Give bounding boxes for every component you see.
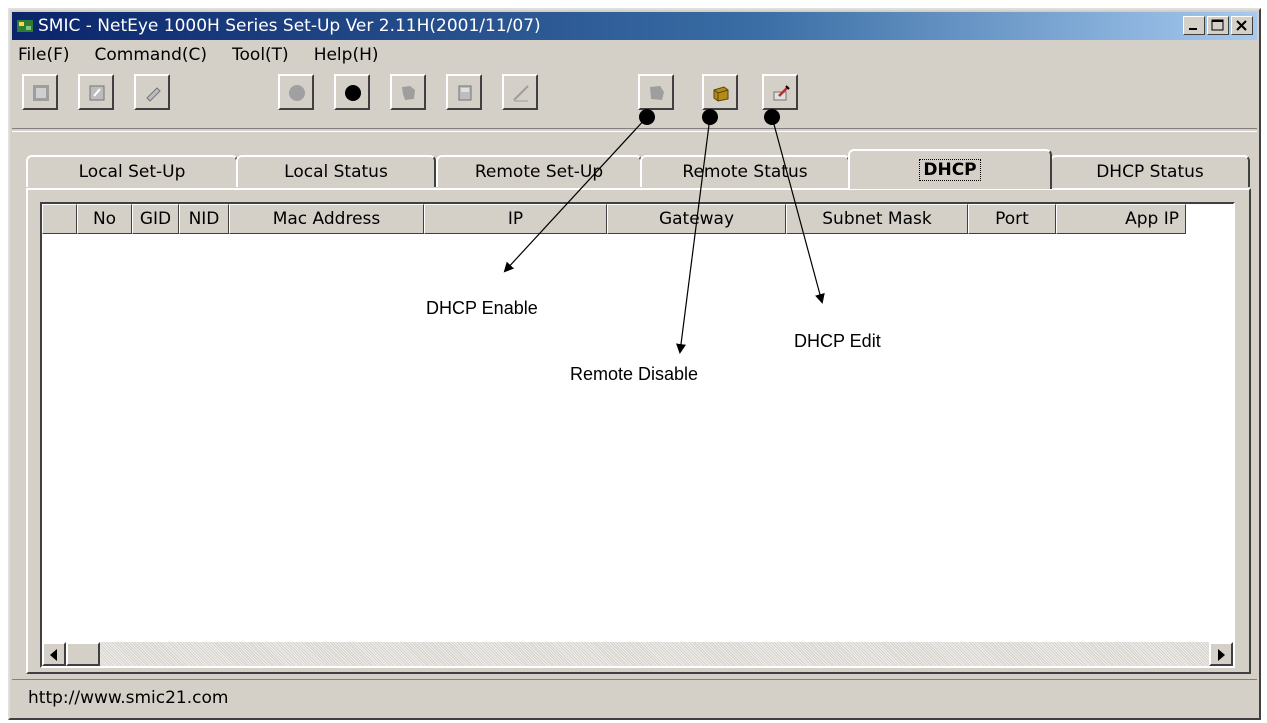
column-port[interactable]: Port <box>968 204 1056 234</box>
print-button[interactable] <box>446 74 482 110</box>
tab-local-setup[interactable]: Local Set-Up <box>26 155 238 187</box>
pencil-button[interactable] <box>502 74 538 110</box>
dhcp-enable-label: DHCP Enable <box>426 298 538 318</box>
device-button[interactable] <box>78 74 114 110</box>
arrow-left-icon <box>50 649 57 661</box>
menu-file[interactable]: File(F) <box>12 45 77 65</box>
pencil-icon <box>513 85 529 102</box>
scroll-right-button[interactable] <box>1209 642 1233 666</box>
puzzle-icon <box>402 86 415 100</box>
column-app-ip[interactable]: App IP <box>1056 204 1186 234</box>
scroll-thumb[interactable] <box>66 642 100 666</box>
edit-tag-icon <box>146 87 161 102</box>
tab-label: DHCP <box>919 159 981 181</box>
window-title: SMIC - NetEye 1000H Series Set-Up Ver 2.… <box>38 16 541 36</box>
edit-tag-button[interactable] <box>134 74 170 110</box>
tab-remote-setup[interactable]: Remote Set-Up <box>436 155 642 187</box>
column-nid[interactable]: NID <box>179 204 229 234</box>
title-bar[interactable]: SMIC - NetEye 1000H Series Set-Up Ver 2.… <box>12 12 1257 40</box>
menu-bar: File(F) Command(C) Tool(T) Help(H) <box>12 42 398 68</box>
remote-disable-label: Remote Disable <box>570 364 699 384</box>
remote-disable-button[interactable] <box>702 74 738 110</box>
print-icon <box>458 85 472 101</box>
tab-label: DHCP Status <box>1096 162 1204 182</box>
scroll-left-button[interactable] <box>42 642 66 666</box>
puzzle-button[interactable] <box>390 74 426 110</box>
toolbar-separator <box>12 128 1257 132</box>
network-icon <box>33 85 49 101</box>
black-circle-icon <box>345 85 361 101</box>
menu-tool[interactable]: Tool(T) <box>226 45 296 65</box>
tab-local-status[interactable]: Local Status <box>236 155 436 187</box>
remote-disable-icon <box>713 86 729 102</box>
dhcp-list[interactable]: No GID NID Mac Address IP Gateway Subnet… <box>40 202 1235 668</box>
dhcp-edit-label: DHCP Edit <box>794 331 881 351</box>
minimize-icon[interactable] <box>1183 16 1205 35</box>
menu-help[interactable]: Help(H) <box>308 45 386 65</box>
gray-circle-icon <box>289 85 305 101</box>
tab-label: Local Status <box>284 162 388 182</box>
dhcp-edit-button[interactable] <box>762 74 798 110</box>
dhcp-panel: No GID NID Mac Address IP Gateway Subnet… <box>26 188 1251 674</box>
maximize-icon[interactable] <box>1207 16 1229 35</box>
arrow-right-icon <box>1218 649 1225 661</box>
column-subnet-mask[interactable]: Subnet Mask <box>786 204 968 234</box>
horizontal-scrollbar[interactable] <box>42 642 1233 666</box>
column-select[interactable] <box>42 204 77 234</box>
column-mac-address[interactable]: Mac Address <box>229 204 424 234</box>
column-gid[interactable]: GID <box>132 204 179 234</box>
status-bar: http://www.smic21.com <box>12 679 1257 716</box>
dhcp-enable-button[interactable] <box>638 74 674 110</box>
menu-command[interactable]: Command(C) <box>89 45 215 65</box>
tab-strip: Local Set-Up Local Status Remote Set-Up … <box>26 147 1253 189</box>
close-icon[interactable] <box>1231 16 1253 35</box>
tab-dhcp-status[interactable]: DHCP Status <box>1050 155 1250 187</box>
app-icon <box>16 17 34 35</box>
tab-remote-status[interactable]: Remote Status <box>640 155 850 187</box>
list-header: No GID NID Mac Address IP Gateway Subnet… <box>42 204 1186 234</box>
column-no[interactable]: No <box>77 204 132 234</box>
gray-circle-button[interactable] <box>278 74 314 110</box>
dhcp-edit-icon <box>773 85 790 101</box>
tab-label: Remote Set-Up <box>474 162 604 182</box>
column-gateway[interactable]: Gateway <box>607 204 786 234</box>
status-url: http://www.smic21.com <box>28 688 229 708</box>
device-icon <box>89 85 105 101</box>
black-circle-button[interactable] <box>334 74 370 110</box>
tab-label: Local Set-Up <box>78 162 186 182</box>
network-button[interactable] <box>22 74 58 110</box>
tab-dhcp[interactable]: DHCP <box>848 149 1052 189</box>
column-ip[interactable]: IP <box>424 204 607 234</box>
tab-label: Remote Status <box>682 162 808 182</box>
remote-enable-icon <box>650 86 664 100</box>
